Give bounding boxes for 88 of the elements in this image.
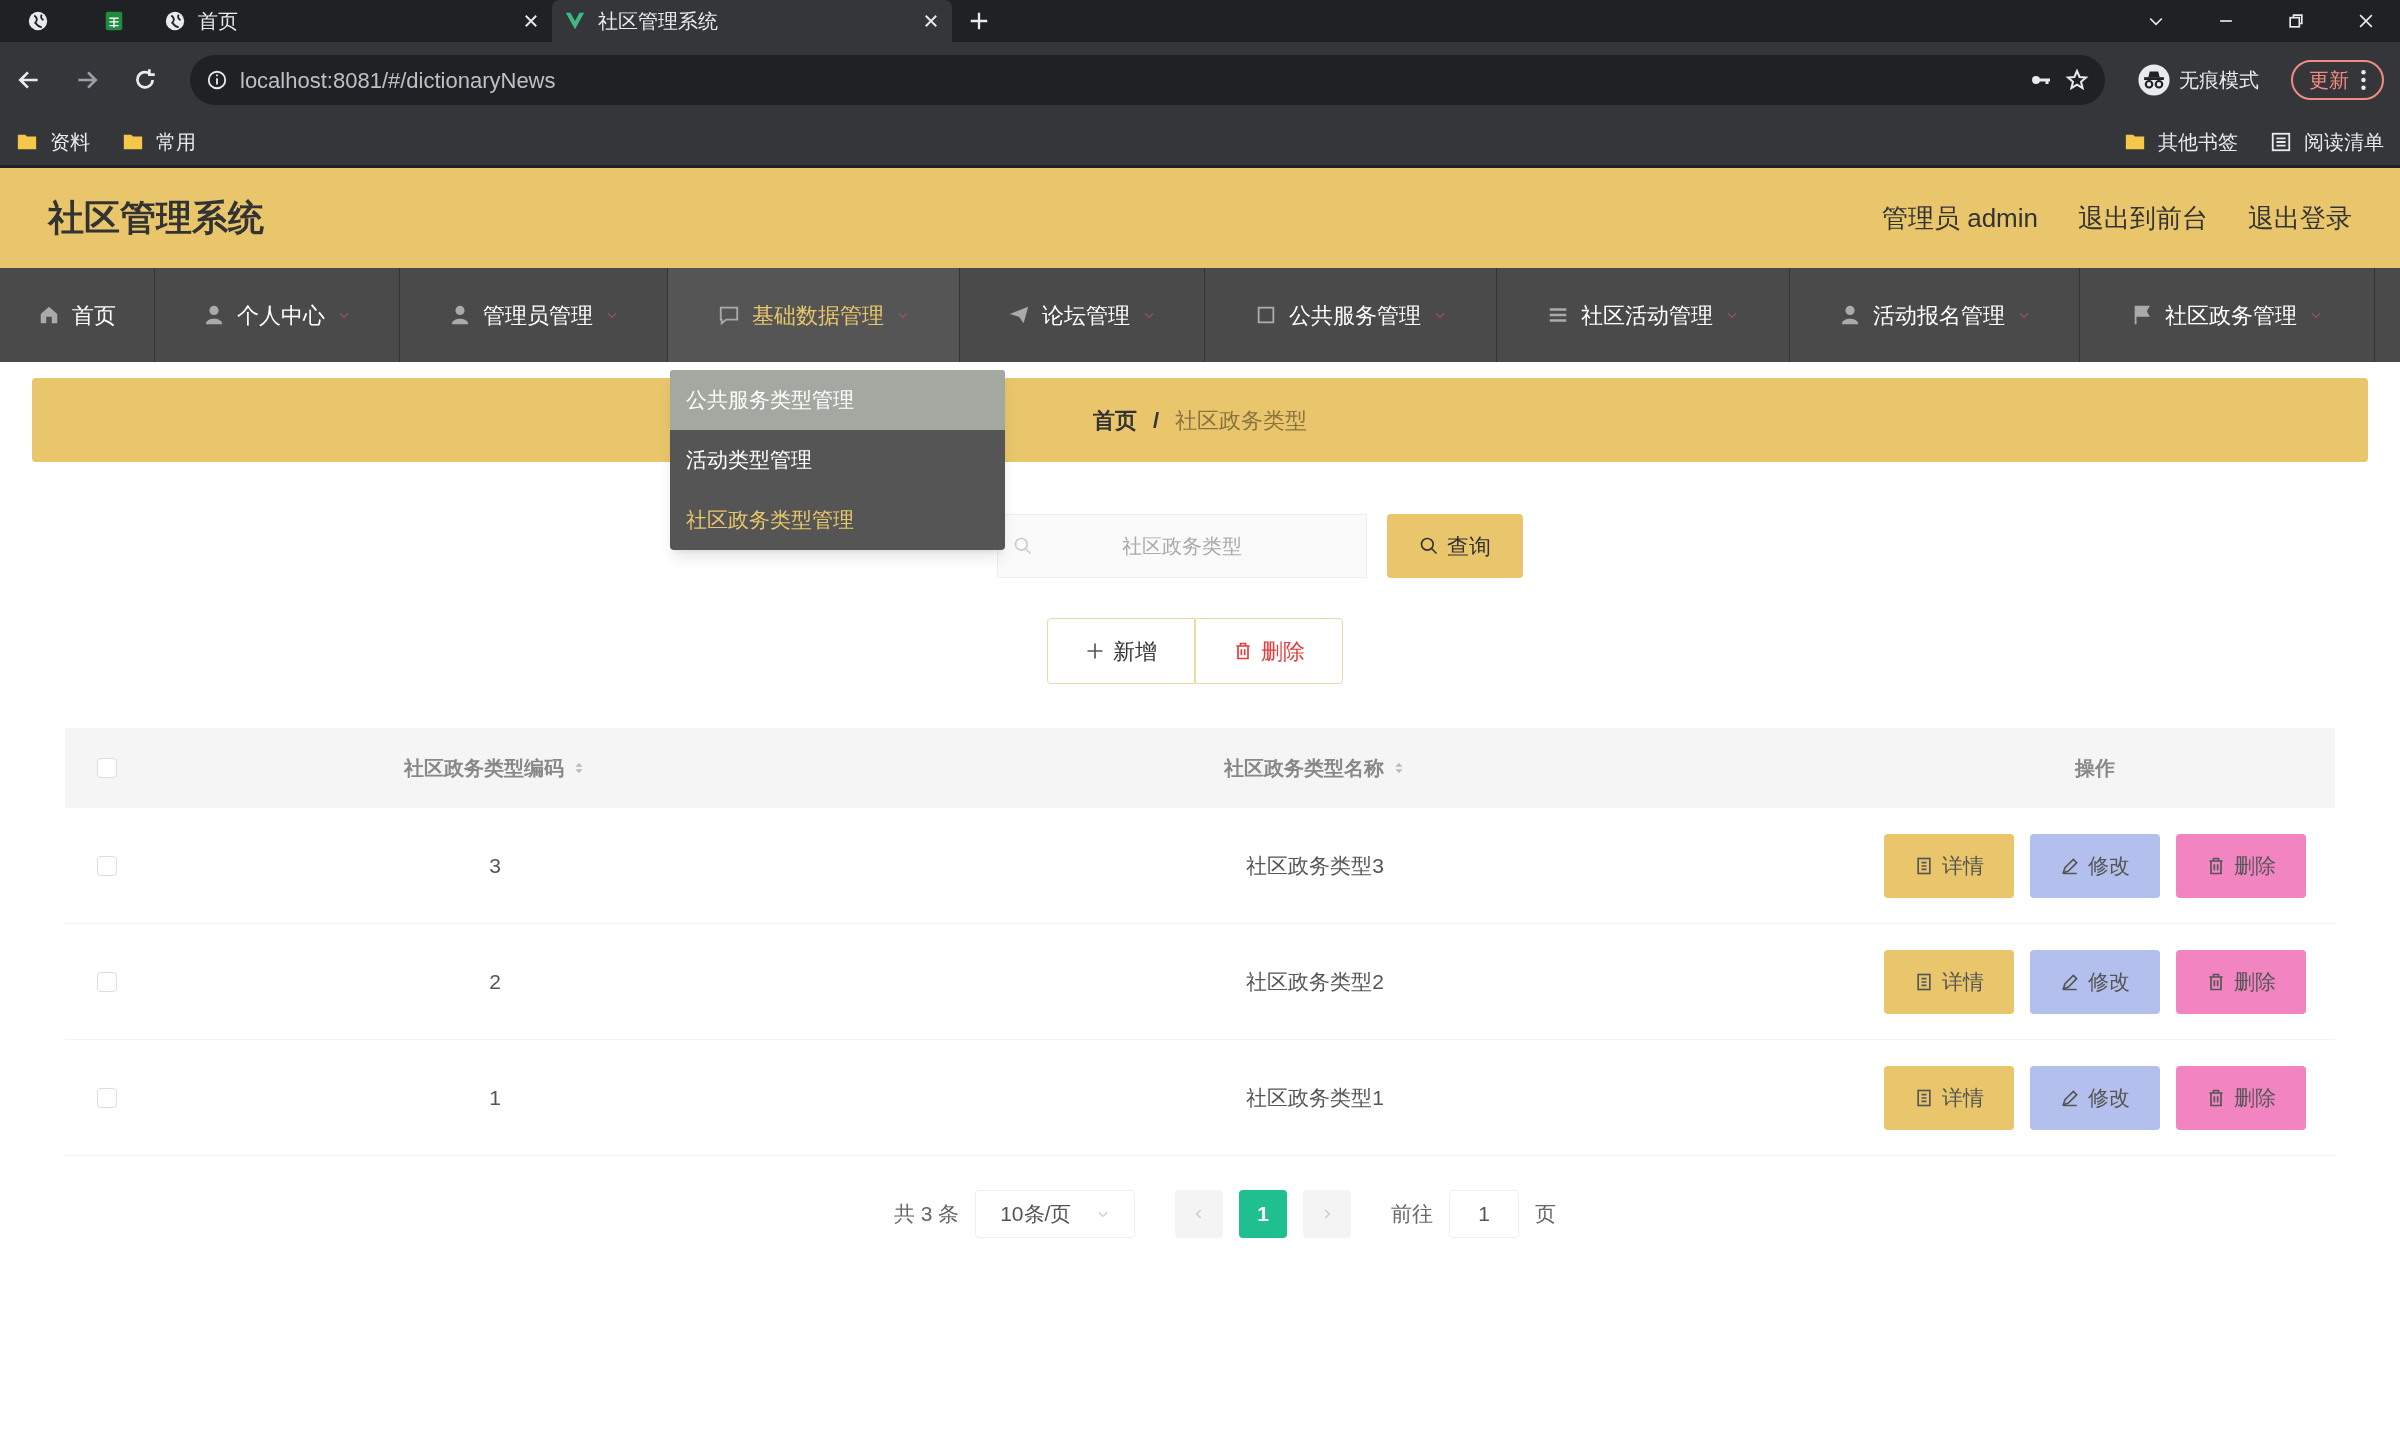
globe-icon xyxy=(164,10,186,32)
row-checkbox[interactable] xyxy=(97,855,117,876)
column-header: 社区政务类型名称 xyxy=(1224,756,1384,781)
nav-item[interactable]: 公共服务管理 xyxy=(1205,268,1497,362)
info-icon xyxy=(206,69,228,91)
edit-button[interactable]: 修改 xyxy=(2030,1065,2160,1130)
table-cell-text: 3 xyxy=(489,852,501,879)
detail-button[interactable]: 详情 xyxy=(1884,949,2014,1014)
page-size-select[interactable]: 10条/页 xyxy=(975,1190,1136,1238)
jump-suffix: 页 xyxy=(1535,1201,1557,1228)
trash-icon xyxy=(2206,971,2226,992)
browser-tab[interactable]: 首页 xyxy=(152,0,552,42)
app-title: 社区管理系统 xyxy=(48,196,264,240)
detail-button[interactable]: 详情 xyxy=(1884,1065,2014,1130)
total-count: 共 3 条 xyxy=(893,1201,960,1228)
bookmark[interactable]: 阅读清单 xyxy=(2270,126,2384,157)
tab-title: 社区管理系统 xyxy=(598,9,719,34)
bookmark-label: 资料 xyxy=(50,129,90,155)
close-icon[interactable] xyxy=(922,12,940,30)
chat-icon xyxy=(717,304,740,326)
breadcrumb-item[interactable]: 首页 xyxy=(1092,403,1137,437)
plus-icon xyxy=(1085,641,1105,661)
document-icon xyxy=(1914,1087,1934,1108)
search-icon xyxy=(1419,536,1439,556)
send-icon xyxy=(1008,304,1030,326)
header-link[interactable]: 退出到前台 xyxy=(2078,198,2208,238)
restore-icon[interactable] xyxy=(2286,11,2306,31)
search-icon xyxy=(1013,536,1033,556)
row-checkbox[interactable] xyxy=(97,1087,117,1108)
user-label: 管理员 admin xyxy=(1881,201,2038,235)
detail-button[interactable]: 详情 xyxy=(1884,833,2014,898)
add-button[interactable]: 新增 xyxy=(1047,618,1195,684)
url-text: localhost:8081/#/dictionaryNews xyxy=(240,66,557,95)
star-icon[interactable] xyxy=(2065,68,2089,92)
pencil-icon xyxy=(2060,1087,2080,1108)
nav-item[interactable]: 论坛管理 xyxy=(960,268,1205,362)
update-button[interactable]: 更新 xyxy=(2291,60,2384,100)
globe-icon xyxy=(27,10,49,32)
trash-icon xyxy=(1233,641,1253,661)
bookmark[interactable]: 资料 xyxy=(16,126,90,157)
nav-item[interactable]: 活动报名管理 xyxy=(1790,268,2080,362)
table-cell-text: 2 xyxy=(489,968,501,995)
nav-item[interactable]: 社区政务管理 xyxy=(2080,268,2375,362)
pencil-icon xyxy=(2060,855,2080,876)
table-cell-text: 社区政务类型3 xyxy=(1246,852,1384,879)
profile-label: 无痕模式 xyxy=(2179,68,2259,93)
column-header: 操作 xyxy=(2075,756,2115,781)
trash-icon xyxy=(2206,1087,2226,1108)
more-icon xyxy=(2361,70,2366,90)
bookmark-label: 阅读清单 xyxy=(2304,129,2384,155)
table-cell-text: 社区政务类型2 xyxy=(1246,968,1384,995)
nav-item[interactable]: 首页 xyxy=(0,268,155,362)
bookmark-label: 常用 xyxy=(156,129,196,155)
incognito-icon[interactable] xyxy=(2137,63,2171,97)
edit-button[interactable]: 修改 xyxy=(2030,833,2160,898)
nav-item[interactable]: 基础数据管理 xyxy=(668,268,960,362)
search-field[interactable]: 社区政务类型 xyxy=(997,514,1367,578)
table-cell-text: 1 xyxy=(489,1084,501,1111)
new-tab-icon[interactable] xyxy=(968,10,990,32)
pencil-icon xyxy=(2060,971,2080,992)
user-icon xyxy=(203,304,225,326)
row-checkbox[interactable] xyxy=(97,971,117,992)
home-icon xyxy=(38,304,60,326)
nav-item[interactable]: 社区活动管理 xyxy=(1497,268,1790,362)
jump-label: 前往 xyxy=(1391,1201,1434,1228)
table-cell-text: 社区政务类型1 xyxy=(1246,1084,1384,1111)
close-icon[interactable] xyxy=(522,12,540,30)
search-button[interactable]: 查询 xyxy=(1387,514,1523,578)
bookmark-label: 其他书签 xyxy=(2158,129,2238,155)
delete-button[interactable]: 删除 xyxy=(1195,618,1343,684)
column-header: 社区政务类型编码 xyxy=(404,756,564,781)
document-icon xyxy=(1914,855,1934,876)
bookmark[interactable]: 其他书签 xyxy=(2124,126,2238,157)
browser-tab[interactable]: 社区管理系统 xyxy=(552,0,952,42)
header-link[interactable]: 退出登录 xyxy=(2248,198,2352,238)
trash-icon xyxy=(2206,855,2226,876)
edit-button[interactable]: 修改 xyxy=(2030,949,2160,1014)
breadcrumb-separator: / xyxy=(1152,406,1160,435)
document-icon xyxy=(1914,971,1934,992)
dropdown-item[interactable]: 活动类型管理 xyxy=(670,430,1005,490)
list-icon xyxy=(2270,130,2292,153)
tab-title: 首页 xyxy=(198,9,239,34)
address-bar[interactable]: localhost:8081/#/dictionaryNews xyxy=(190,55,2105,105)
page-jump-field[interactable]: 1 xyxy=(1449,1190,1520,1238)
bookmark[interactable]: 常用 xyxy=(122,126,196,157)
nav-item[interactable]: 个人中心 xyxy=(155,268,400,362)
header-checkbox[interactable] xyxy=(97,758,117,778)
spreadsheet-icon xyxy=(103,10,125,32)
